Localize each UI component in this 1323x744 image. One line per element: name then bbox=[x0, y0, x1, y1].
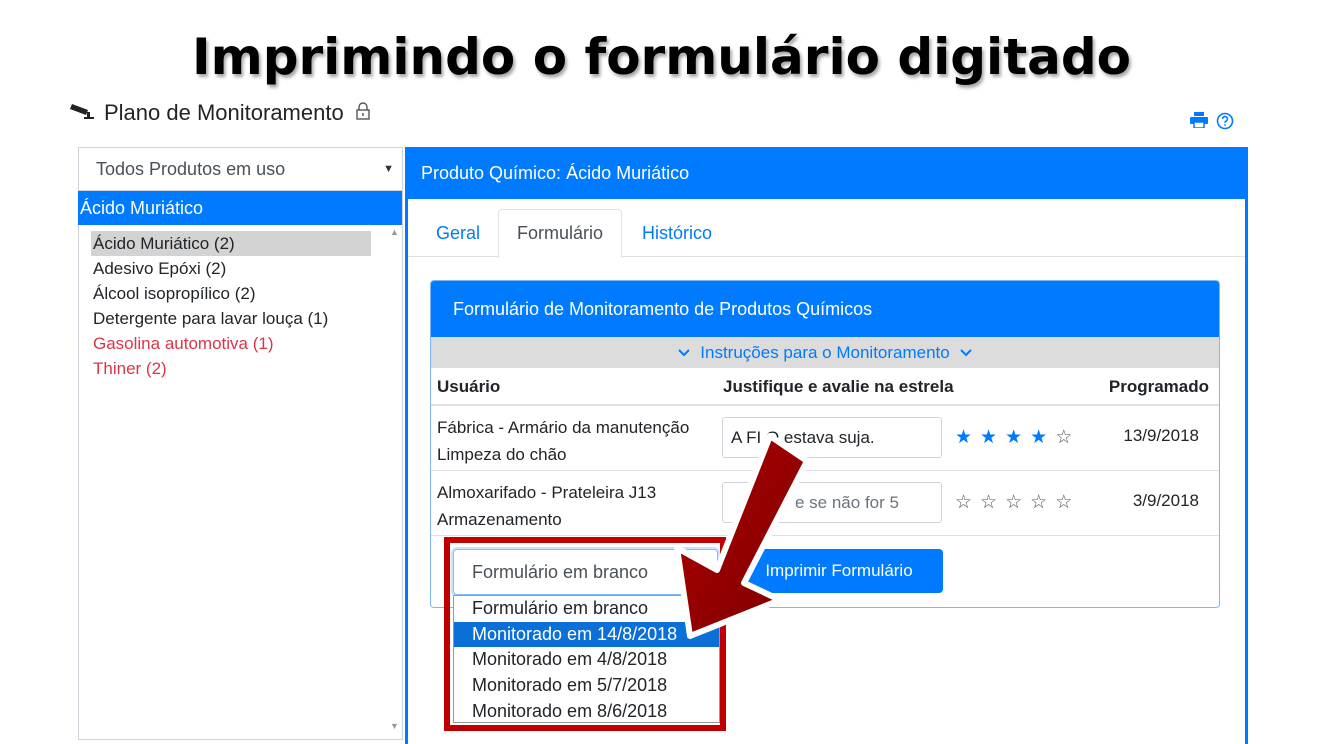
table-header: Usuário Justifique e avalie na estrela P… bbox=[431, 368, 1219, 406]
row-user-activity: Armazenamento bbox=[437, 510, 562, 529]
product-list: Ácido Muriático (2) Adesivo Epóxi (2) Ál… bbox=[79, 225, 402, 737]
print-icon[interactable] bbox=[1190, 112, 1208, 135]
product-sidebar: Todos Produtos em uso ▼ Ácido Muriático … bbox=[78, 147, 403, 740]
product-detail-title: Produto Químico: Ácido Muriático bbox=[421, 162, 690, 183]
star-filled-icon[interactable]: ★ bbox=[980, 426, 997, 449]
row-user: Almoxarifado - Prateleira J13 Armazename… bbox=[437, 479, 656, 533]
list-item[interactable]: Thiner (2) bbox=[91, 356, 371, 381]
star-rating[interactable]: ★ ★ ★ ★ ☆ bbox=[955, 426, 1072, 449]
list-item[interactable]: Ácido Muriático (2) bbox=[91, 231, 371, 256]
chevron-down-icon bbox=[678, 345, 690, 360]
star-filled-icon[interactable]: ★ bbox=[1005, 426, 1022, 449]
slide-title: Imprimindo o formulário digitado bbox=[192, 28, 1131, 86]
list-item[interactable]: Gasolina automotiva (1) bbox=[91, 331, 371, 356]
lock-icon[interactable] bbox=[356, 101, 370, 125]
star-empty-icon[interactable]: ☆ bbox=[1055, 491, 1072, 514]
instructions-label: Instruções para o Monitoramento bbox=[700, 342, 950, 362]
justification-placeholder: e se não for 5 bbox=[795, 492, 899, 512]
top-tools bbox=[1190, 112, 1234, 135]
page-title: Plano de Monitoramento bbox=[104, 100, 344, 125]
star-empty-icon[interactable]: ☆ bbox=[1030, 491, 1047, 514]
star-empty-icon[interactable]: ☆ bbox=[1005, 491, 1022, 514]
list-item[interactable]: Álcool isopropílico (2) bbox=[91, 281, 371, 306]
star-empty-icon[interactable]: ☆ bbox=[1055, 426, 1072, 449]
scroll-down-icon[interactable]: ▼ bbox=[390, 721, 399, 731]
star-empty-icon[interactable]: ☆ bbox=[980, 491, 997, 514]
row-user-location: Almoxarifado - Prateleira J13 bbox=[437, 483, 657, 502]
list-item[interactable]: Detergente para lavar louça (1) bbox=[91, 306, 371, 331]
row-user: Fábrica - Armário da manutenção Limpeza … bbox=[437, 414, 689, 468]
print-button-label: Imprimir Formulário bbox=[765, 561, 913, 580]
help-icon[interactable] bbox=[1216, 112, 1234, 135]
column-header-user: Usuário bbox=[437, 377, 501, 396]
callout-highlight-box bbox=[444, 537, 726, 731]
tab-geral[interactable]: Geral bbox=[418, 209, 498, 257]
page-header: Plano de Monitoramento bbox=[70, 100, 370, 126]
row-user-activity: Limpeza do chão bbox=[437, 445, 567, 464]
list-scrollbar[interactable]: ▲ ▼ bbox=[388, 225, 402, 737]
list-item[interactable]: Adesivo Epóxi (2) bbox=[91, 256, 371, 281]
caret-down-icon: ▼ bbox=[383, 163, 394, 175]
scroll-up-icon[interactable]: ▲ bbox=[390, 227, 399, 237]
justification-input[interactable]: A FI O estava suja. bbox=[722, 417, 942, 458]
form-card-title: Formulário de Monitoramento de Produtos … bbox=[431, 281, 1219, 337]
tab-bar: Geral Formulário Histórico bbox=[408, 209, 1245, 258]
scheduled-date: 13/9/2018 bbox=[1123, 426, 1199, 445]
scheduled-date: 3/9/2018 bbox=[1132, 491, 1199, 510]
star-empty-icon[interactable]: ☆ bbox=[955, 491, 972, 514]
product-filter-select[interactable]: Todos Produtos em uso ▼ bbox=[79, 148, 402, 191]
star-filled-icon[interactable]: ★ bbox=[955, 426, 972, 449]
star-filled-icon[interactable]: ★ bbox=[1030, 426, 1047, 449]
instructions-toggle[interactable]: Instruções para o Monitoramento bbox=[431, 337, 1219, 368]
tab-formulario[interactable]: Formulário bbox=[498, 209, 623, 258]
tab-historico[interactable]: Histórico bbox=[624, 209, 730, 257]
surveillance-camera-icon bbox=[70, 100, 96, 126]
selected-product-header: Ácido Muriático bbox=[78, 191, 402, 225]
print-form-button[interactable]: Imprimir Formulário bbox=[735, 549, 943, 593]
justification-input[interactable]: e se não for 5 bbox=[722, 482, 942, 523]
table-row: Almoxarifado - Prateleira J13 Armazename… bbox=[431, 471, 1219, 536]
product-filter-value: Todos Produtos em uso bbox=[96, 158, 286, 179]
column-header-scheduled: Programado bbox=[1108, 377, 1209, 396]
column-header-justify: Justifique e avalie na estrela bbox=[723, 377, 954, 396]
row-user-location: Fábrica - Armário da manutenção bbox=[437, 418, 690, 437]
table-row: Fábrica - Armário da manutenção Limpeza … bbox=[431, 406, 1219, 471]
star-rating[interactable]: ☆ ☆ ☆ ☆ ☆ bbox=[955, 491, 1072, 514]
chevron-down-icon bbox=[960, 345, 972, 360]
